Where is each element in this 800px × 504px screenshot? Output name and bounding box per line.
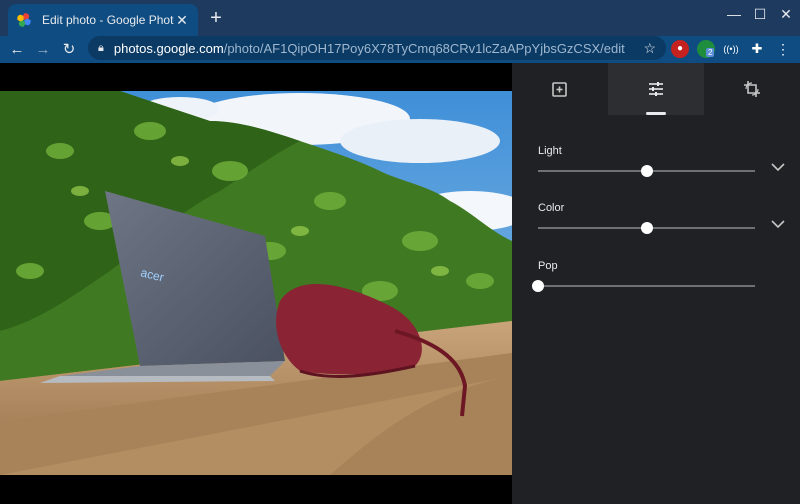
- color-expand-chevron-icon[interactable]: [770, 216, 786, 232]
- light-slider-thumb[interactable]: [641, 165, 653, 177]
- tab-close-icon[interactable]: ✕: [174, 12, 190, 29]
- google-photos-icon: [16, 12, 32, 28]
- forward-button[interactable]: →: [32, 39, 54, 61]
- edit-panel-tabs: [512, 63, 800, 115]
- window-close-icon[interactable]: ✕: [774, 6, 798, 23]
- extension-red-icon[interactable]: ●: [671, 40, 689, 58]
- light-expand-chevron-icon[interactable]: [770, 159, 786, 175]
- light-label: Light: [538, 145, 562, 157]
- minimize-icon[interactable]: —: [722, 6, 746, 22]
- cast-icon[interactable]: ((•)): [722, 40, 740, 58]
- color-adjustment: Color: [538, 202, 788, 234]
- sliders-icon: [649, 82, 663, 96]
- lock-icon: 🔒︎: [98, 41, 104, 54]
- extensions-puzzle-icon[interactable]: ✚: [748, 40, 766, 58]
- new-tab-button[interactable]: +: [205, 8, 227, 30]
- pop-label: Pop: [538, 260, 558, 272]
- browser-toolbar: ← → ↻ 🔒︎ photos.google.com /photo/AF1Qip…: [0, 36, 800, 63]
- pop-adjustment: Pop: [532, 260, 788, 292]
- crop-rotate-icon: [744, 81, 760, 97]
- pop-slider-track[interactable]: [538, 285, 755, 287]
- photo-canvas: acer: [0, 63, 512, 504]
- url-path: /photo/AF1QipOH17Poy6X78TyCmq68CRv1lcZaA…: [223, 40, 625, 56]
- light-adjustment: Light: [538, 145, 788, 177]
- tab-title: Edit photo - Google Photos: [42, 13, 174, 27]
- back-button[interactable]: ←: [6, 39, 28, 61]
- bookmark-star-icon[interactable]: ☆: [643, 40, 656, 57]
- url-host: photos.google.com: [113, 40, 224, 56]
- add-photo-icon: [552, 82, 567, 97]
- auto-enhance-tab[interactable]: [512, 63, 608, 115]
- pop-slider-thumb[interactable]: [532, 280, 544, 292]
- color-slider-thumb[interactable]: [641, 222, 653, 234]
- edit-panel: Light Color Pop: [512, 63, 800, 504]
- browser-tab[interactable]: Edit photo - Google Photos ✕: [8, 4, 198, 36]
- color-label: Color: [538, 202, 565, 214]
- extension-badge: 2: [706, 48, 715, 57]
- crop-rotate-tab[interactable]: [704, 63, 800, 115]
- reload-button[interactable]: ↻: [58, 39, 80, 61]
- edited-photo: acer: [0, 91, 512, 475]
- adjust-tab[interactable]: [608, 63, 704, 115]
- address-bar[interactable]: 🔒︎ photos.google.com /photo/AF1QipOH17Po…: [88, 36, 666, 60]
- maximize-icon[interactable]: ☐: [748, 6, 772, 23]
- browser-tab-strip: Edit photo - Google Photos ✕ + — ☐ ✕: [0, 0, 800, 36]
- menu-icon[interactable]: ⋮: [774, 40, 792, 58]
